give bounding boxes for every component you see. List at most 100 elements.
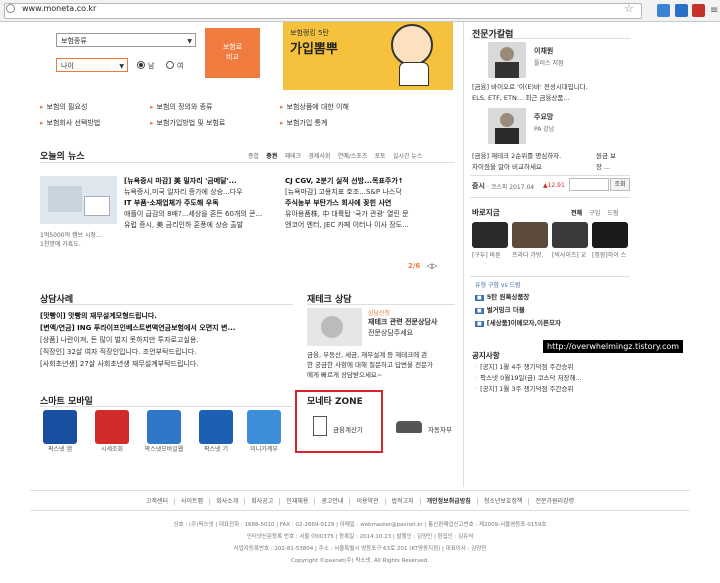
link-understanding[interactable]: ▸ 보험상품에 대한 이해 <box>280 102 349 112</box>
news-headline[interactable]: CJ CGV, 2분기 실적 선방...목표주가↑ <box>285 176 455 187</box>
consult-item[interactable]: [직장인] 32살 여자 직장인입니다. 조언부탁드립니다. <box>40 346 293 358</box>
news-photo[interactable] <box>40 176 117 224</box>
compare-premium-button[interactable]: 보험료 비교 <box>205 28 260 78</box>
footer-link[interactable]: 광고안내 <box>315 498 351 505</box>
jaetech-subheadline[interactable]: 전문상담주세요 <box>368 328 413 338</box>
expert2-avatar[interactable] <box>488 108 526 144</box>
hot-badge-icon: ■ <box>475 308 484 314</box>
news-item[interactable]: 뉴욕증시,미국 일자리 증가에 상승...다우 <box>124 187 274 198</box>
notice-item[interactable]: · [공지] 1월 3주 챙기덕점 주간승위 <box>475 384 630 395</box>
footer-link[interactable]: 청소년보호정책 <box>477 498 530 505</box>
tab-buy[interactable]: 구입 <box>589 210 600 217</box>
footer-link[interactable]: 회사공고 <box>245 498 281 505</box>
consult-item[interactable]: [사회초년생] 27살 사회초년생 재무설계부탁드립니다. <box>40 358 293 370</box>
link-need[interactable]: ▸ 보험의 필요성 <box>40 102 87 112</box>
product-item[interactable]: 프라다 가방. <box>512 222 548 259</box>
tab-stock[interactable]: 증권 <box>266 153 277 160</box>
notice-item[interactable]: · 팍스넷 0월19일(금) 코스닥 저장해... <box>475 373 630 384</box>
footer-link[interactable]: 전문가원리강령 <box>529 498 580 505</box>
news-item[interactable]: 엔코어 엔터, JEC 카페 이터나 이사 장도... <box>285 220 455 231</box>
jaetech-body-line: 에게 빠르게 상담받으세요~ <box>307 371 383 379</box>
tab-general[interactable]: 종합 <box>248 153 259 160</box>
hot-tabs[interactable]: 유형 구함 vs 드럼 <box>475 280 521 289</box>
product-item[interactable]: [정장]하이 스 <box>592 222 628 259</box>
consult-item[interactable]: [변액/연금] ING 푸라이프인베스트변액연금보험에서 오면지 변... <box>40 322 293 334</box>
news-headline[interactable]: [뉴욕증시 마감] 美 밀자리 '금메달'... <box>124 176 274 187</box>
link-definition[interactable]: ▸ 보험의 정의와 종류 <box>150 102 213 112</box>
tab-finance[interactable]: 재테크 <box>285 153 302 160</box>
tab-drum[interactable]: 드럼 <box>608 210 619 217</box>
link-join-method[interactable]: ▸ 보험가입방법 및 보험료 <box>150 118 225 128</box>
gender-male-radio[interactable] <box>137 61 145 69</box>
tab-realtime[interactable]: 실시간 뉴스 <box>393 153 423 160</box>
footer-link[interactable]: 회사소개 <box>210 498 246 505</box>
car-link[interactable]: 자동차부 <box>428 424 452 434</box>
globe-icon <box>6 4 15 13</box>
news-headline[interactable]: 주식농부 부탄가스 회사에 꽂힌 사연 <box>285 198 455 209</box>
link-stats[interactable]: ▸ 보험가입 통계 <box>280 118 327 128</box>
next-arrow-icon[interactable]: ▷ <box>432 262 437 270</box>
gender-female-radio[interactable] <box>166 61 174 69</box>
consult-item[interactable]: [상품] 나란이져, 돈 많이 벌지 못하지만 투자로고실용. <box>40 334 293 346</box>
news-item[interactable]: 유럽 증시, 美 금리인하 훈풍에 상승 출발 <box>124 220 274 231</box>
footer-link[interactable]: 법적고지 <box>385 498 421 505</box>
footer-link[interactable]: 이용약관 <box>350 498 386 505</box>
consult-item[interactable]: [맛빵이] 맛빵의 재무설계모형드립니다. <box>40 310 293 322</box>
app-quote[interactable]: 시세조회 <box>90 410 134 453</box>
bullet-icon: ▸ <box>40 103 44 111</box>
news-item[interactable]: [뉴욕마감] 고용지표 호조...S&P 나스닥 <box>285 187 455 198</box>
app-pax[interactable]: 팍스넷 기 <box>194 410 238 453</box>
paxnet-app-icon <box>43 410 77 444</box>
shopping-title: 바로지금 <box>472 208 500 217</box>
news-headline[interactable]: IT 부품·소재업체가 주도해 우독 <box>124 198 274 209</box>
hot-item[interactable]: ■ 벌거밍크 더블 <box>475 304 630 317</box>
tab-photo[interactable]: 포토 <box>375 153 386 160</box>
stock-change: ▲12.91 <box>543 182 565 189</box>
stop-ext-icon[interactable] <box>692 4 705 17</box>
check-ext-icon[interactable] <box>675 4 688 17</box>
banner-small-text: 보험랭킹 5탄 <box>290 29 329 37</box>
address-bar[interactable] <box>4 3 642 19</box>
footer-link[interactable]: 고객센터 <box>139 498 175 505</box>
calculator-link[interactable]: 금융계산기 <box>333 424 363 434</box>
news-item[interactable]: 애플이 급감의 8배?...세상을 혼든 60개의 콘... <box>124 209 274 220</box>
product-bag-image <box>512 222 548 248</box>
footer-link-privacy[interactable]: 개인정보취급방침 <box>420 498 478 505</box>
footer-link[interactable]: 사이트맵 <box>174 498 211 505</box>
product-item[interactable]: [구두] 바른 <box>472 222 508 259</box>
bookmark-star-icon[interactable]: ☆ <box>624 2 634 15</box>
app-mobile-web[interactable]: 팍스넷모바일웹 <box>142 410 186 453</box>
link-company-choice[interactable]: ▸ 보험회사 선택방법 <box>40 118 100 128</box>
expert1-avatar[interactable] <box>488 42 526 78</box>
tab-economy[interactable]: 경제사회 <box>308 153 330 160</box>
photo-caption-2: 1천명에 가혹도. <box>40 241 81 248</box>
stock-search-input[interactable] <box>569 178 609 191</box>
jaetech-headline[interactable]: 재테크 관련 전문상담사 <box>368 317 437 327</box>
expert1-article[interactable]: [금융] 바이오로 '이(E)바' 전성시대입니다. <box>472 82 632 93</box>
insurance-type-select[interactable]: 보험종류 ▼ <box>56 33 196 47</box>
news-item[interactable]: 유아용품株, 中 대륙탑 '국가 관광' 열린 문 <box>285 209 455 220</box>
notice-item[interactable]: · [공지] 1월 4주 챙기덕점 주간승위 <box>475 362 630 373</box>
footer-link[interactable]: 인재채용 <box>280 498 316 505</box>
expert2-name[interactable]: 주요망 <box>534 112 553 122</box>
banner-big-text: 가입뽐뿌 <box>290 42 338 57</box>
divider <box>307 304 455 305</box>
expert1-name[interactable]: 이채원 <box>534 46 553 56</box>
jaetech-photo[interactable] <box>307 308 362 346</box>
app-paxnet[interactable]: 팍스넷 앱 <box>38 410 82 453</box>
hot-item[interactable]: ■ 5탄 원룩상품장 <box>475 291 630 304</box>
download-ext-icon[interactable] <box>657 4 670 17</box>
tab-all[interactable]: 전체 <box>571 210 582 217</box>
age-select[interactable]: 나이 ▼ <box>56 58 128 72</box>
insurance-banner[interactable]: 보험랭킹 5탄 가입뽐뿌 <box>283 22 453 90</box>
footer-copyright: Copyright ©paxnet(주) 팍스넷. All Rights Res… <box>290 558 430 564</box>
tab-entertainment[interactable]: 연예/스포츠 <box>338 153 368 160</box>
product-item[interactable]: [빅사이즈] 교 <box>552 222 588 259</box>
hot-item[interactable]: ■ [세상품]이메모자,이른모자 <box>475 317 630 330</box>
expert2-suit <box>495 128 519 144</box>
expert2-article-tail2: 장 ... <box>596 163 611 171</box>
stock-search-button[interactable]: 조회 <box>610 178 630 191</box>
menu-icon[interactable]: ≡ <box>710 5 718 16</box>
app-ledger[interactable]: 미니가계부 <box>242 410 286 453</box>
bullet-icon: ▸ <box>280 119 284 127</box>
